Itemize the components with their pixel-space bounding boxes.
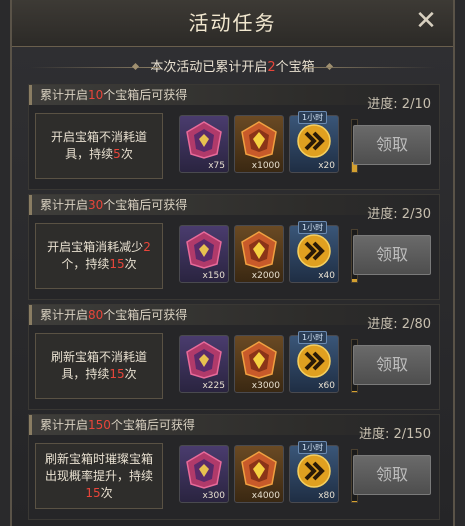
progress-fill: [352, 390, 357, 392]
divider-right: [305, 67, 435, 68]
task-description: 刷新宝箱不消耗道具，持续15次: [35, 333, 163, 399]
task-header-prefix: 累计开启: [40, 308, 89, 322]
reward-item-purple[interactable]: x150: [179, 225, 229, 283]
task-description-segment: 15: [85, 485, 101, 500]
summary-count: 2: [267, 60, 276, 75]
task-header-suffix: 个宝箱后可获得: [103, 88, 188, 102]
task-card: 累计开启30个宝箱后可获得 开启宝箱消耗减少2 个，持续15次 x150 x200…: [28, 194, 440, 300]
task-header-count: 80: [88, 308, 104, 322]
progress-label: 进度: 2/10: [367, 97, 431, 112]
reward-item-purple[interactable]: x75: [179, 115, 229, 173]
task-card: 累计开启80个宝箱后可获得 刷新宝箱不消耗道具，持续15次 x225 x3000…: [28, 304, 440, 410]
gold-crest-icon: [241, 231, 277, 269]
claim-button[interactable]: 领取: [353, 125, 431, 165]
reward-quantity: x75: [208, 161, 225, 171]
purple-crest-icon: [186, 121, 222, 159]
task-description-segment: 次: [124, 367, 137, 381]
activity-task-panel: 活动任务 ✕ 本次活动已累计开启2个宝箱 累计开启10个宝箱后可获得 开启宝箱不…: [10, 0, 455, 526]
reward-quantity: x20: [318, 161, 335, 171]
claim-button[interactable]: 领取: [353, 345, 431, 385]
task-description-segment: 次: [120, 147, 133, 161]
task-description-segment: 15: [109, 367, 125, 381]
reward-quantity: x300: [202, 491, 225, 501]
reward-quantity: x1000: [251, 161, 280, 171]
reward-quantity: x3000: [251, 381, 280, 391]
task-header-count: 30: [88, 198, 104, 212]
task-card: 累计开启10个宝箱后可获得 开启宝箱不消耗道具，持续5次 x75 x1000 1…: [28, 84, 440, 190]
claim-button[interactable]: 领取: [353, 455, 431, 495]
task-header-prefix: 累计开启: [40, 418, 89, 432]
summary-prefix: 本次活动已累计开启: [150, 60, 268, 75]
reward-item-gold[interactable]: x2000: [234, 225, 284, 283]
task-description-segment: 具，持续: [61, 367, 110, 381]
task-description-segment: 2: [143, 240, 151, 254]
task-header-prefix: 累计开启: [40, 88, 89, 102]
window-title: 活动任务: [188, 11, 277, 35]
task-header-count: 150: [88, 418, 111, 432]
task-description-segment: 开启宝箱消耗减少: [47, 240, 144, 254]
task-description-segment: 具，持续: [65, 147, 114, 161]
reward-item-gold[interactable]: x4000: [234, 445, 284, 503]
speedup-chevron-icon: [297, 124, 331, 158]
progress-label: 进度: 2/30: [367, 207, 431, 222]
summary-line: 本次活动已累计开启2个宝箱: [12, 56, 453, 80]
divider-left: [30, 67, 160, 68]
task-description-segment: 15: [109, 257, 125, 271]
reward-quantity: x2000: [251, 271, 280, 281]
reward-item-speedup[interactable]: 1小时 x20: [289, 111, 339, 173]
reward-item-gold[interactable]: x1000: [234, 115, 284, 173]
reward-quantity: x60: [318, 381, 335, 391]
task-header-suffix: 个宝箱后可获得: [103, 198, 188, 212]
reward-item-purple[interactable]: x225: [179, 335, 229, 393]
speedup-chevron-icon: [297, 344, 331, 378]
progress-fill: [352, 278, 357, 282]
reward-item-speedup[interactable]: 1小时 x80: [289, 441, 339, 503]
gold-crest-icon: [241, 121, 277, 159]
task-header-prefix: 累计开启: [40, 198, 89, 212]
progress-label: 进度: 2/150: [359, 427, 431, 442]
reward-item-gold[interactable]: x3000: [234, 335, 284, 393]
reward-quantity: x40: [318, 271, 335, 281]
divider-dot: [132, 62, 140, 71]
task-description-segment: 5: [113, 147, 121, 161]
task-header-suffix: 个宝箱后可获得: [110, 418, 195, 432]
gold-crest-icon: [241, 451, 277, 489]
gold-crest-icon: [241, 341, 277, 379]
purple-crest-icon: [186, 231, 222, 269]
purple-crest-icon: [186, 451, 222, 489]
task-description-segment: 个，持续: [61, 257, 110, 271]
title-bar: 活动任务 ✕: [12, 0, 453, 47]
task-description: 开启宝箱消耗减少2 个，持续15次: [35, 223, 163, 289]
task-description-segment: 次: [100, 485, 113, 500]
task-description-segment: 次: [124, 257, 137, 271]
reward-item-speedup[interactable]: 1小时 x40: [289, 221, 339, 283]
claim-button[interactable]: 领取: [353, 235, 431, 275]
task-description-segment: 刷新宝箱不消耗道: [50, 350, 147, 364]
task-card: 累计开启150个宝箱后可获得 刷新宝箱时璀璨宝箱出现概率提升，持续 15次 x30…: [28, 414, 440, 520]
reward-item-purple[interactable]: x300: [179, 445, 229, 503]
task-header-suffix: 个宝箱后可获得: [103, 308, 188, 322]
task-description-segment: 开启宝箱不消耗道: [50, 130, 147, 144]
speedup-chevron-icon: [297, 234, 331, 268]
reward-quantity: x80: [318, 491, 335, 501]
task-description: 刷新宝箱时璀璨宝箱出现概率提升，持续 15次: [35, 443, 163, 509]
close-icon[interactable]: ✕: [413, 8, 439, 34]
reward-quantity: x150: [202, 271, 225, 281]
reward-quantity: x225: [202, 381, 225, 391]
speedup-chevron-icon: [297, 454, 331, 488]
progress-fill: [352, 500, 357, 502]
task-header-count: 10: [88, 88, 104, 102]
reward-quantity: x4000: [251, 491, 280, 501]
purple-crest-icon: [186, 341, 222, 379]
task-description-segment: 出现概率提升，持续: [44, 468, 153, 483]
reward-item-speedup[interactable]: 1小时 x60: [289, 331, 339, 393]
task-description: 开启宝箱不消耗道具，持续5次: [35, 113, 163, 179]
task-description-segment: 刷新宝箱时璀璨宝箱: [44, 451, 153, 466]
progress-label: 进度: 2/80: [367, 317, 431, 332]
